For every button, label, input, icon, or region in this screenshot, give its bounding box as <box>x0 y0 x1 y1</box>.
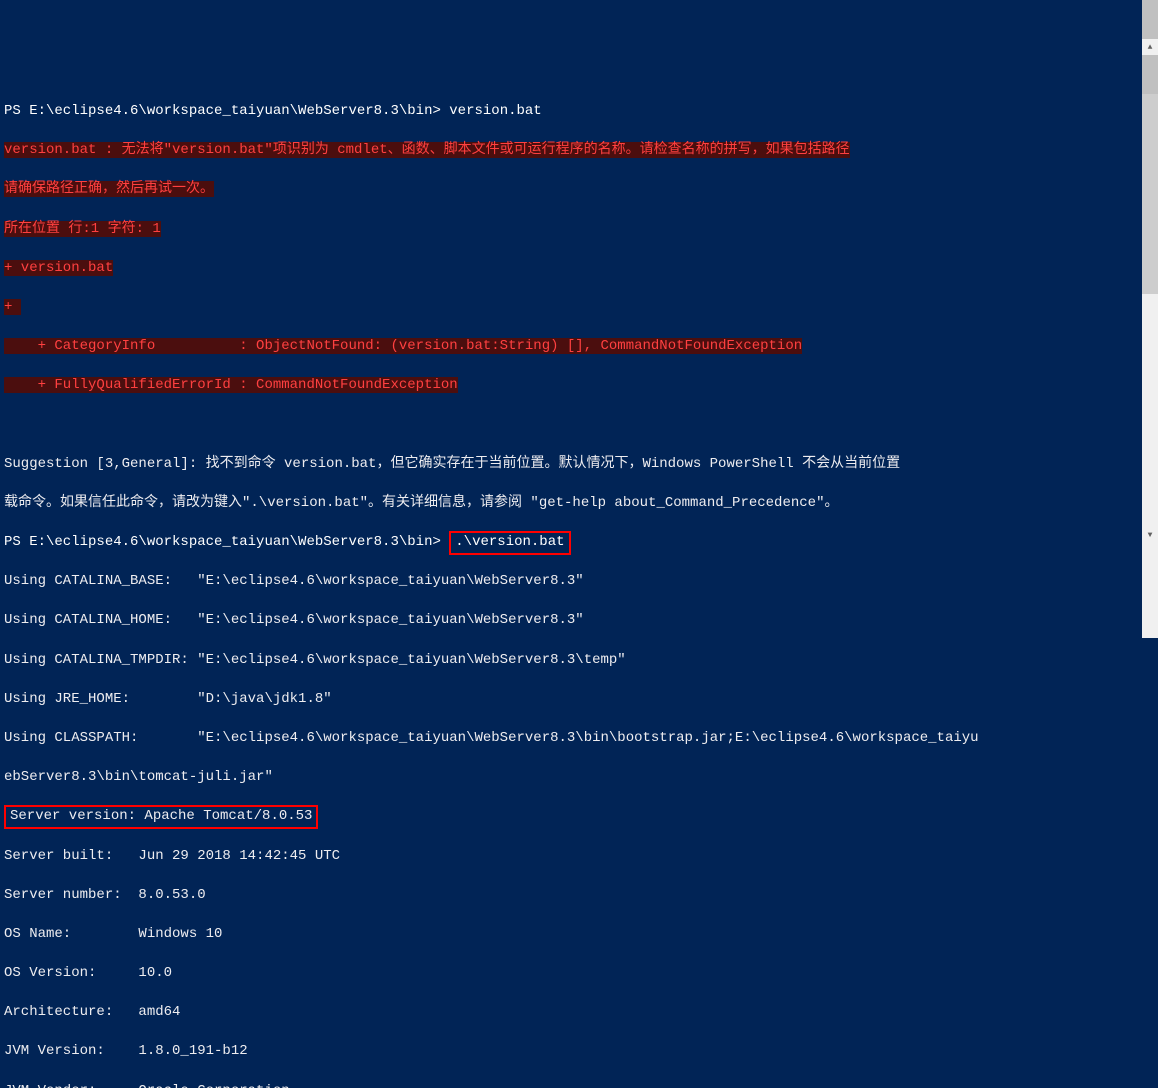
suggestion-line-1: Suggestion [3,General]: 找不到命令 version.ba… <box>4 456 900 472</box>
error-line-2: 请确保路径正确，然后再试一次。 <box>4 181 214 197</box>
scroll-up-button[interactable]: ▲ <box>1142 39 1158 55</box>
error-line-3: 所在位置 行:1 字符: 1 <box>4 221 161 237</box>
classpath-2: ebServer8.3\bin\tomcat-juli.jar" <box>4 769 273 785</box>
prompt-path: PS E:\eclipse4.6\workspace_taiyuan\WebSe… <box>4 103 449 119</box>
terminal-output[interactable]: PS E:\eclipse4.6\workspace_taiyuan\WebSe… <box>4 82 1144 1088</box>
command-2: .\version.bat <box>455 534 564 550</box>
jre-home: Using JRE_HOME: "D:\java\jdk1.8" <box>4 691 332 707</box>
highlight-box-2: Server version: Apache Tomcat/8.0.53 <box>4 805 318 829</box>
scrollbar[interactable]: ▲ ▼ <box>1142 0 1158 544</box>
jvm-vendor: JVM Vendor: Oracle Corporation <box>4 1083 290 1088</box>
error-line-1: version.bat : 无法将"version.bat"项识别为 cmdle… <box>4 142 850 158</box>
suggestion-line-2: 载命令。如果信任此命令，请改为键入".\version.bat"。有关详细信息，… <box>4 495 838 511</box>
server-built: Server built: Jun 29 2018 14:42:45 UTC <box>4 848 340 864</box>
error-line-4: + version.bat <box>4 260 113 276</box>
scroll-down-button[interactable]: ▼ <box>1142 528 1158 544</box>
classpath: Using CLASSPATH: "E:\eclipse4.6\workspac… <box>4 730 979 746</box>
command-1: version.bat <box>449 103 541 119</box>
server-version: Server version: Apache Tomcat/8.0.53 <box>10 808 312 824</box>
jvm-version: JVM Version: 1.8.0_191-b12 <box>4 1043 248 1059</box>
error-line-5: + <box>4 299 21 315</box>
catalina-tmpdir: Using CATALINA_TMPDIR: "E:\eclipse4.6\wo… <box>4 652 626 668</box>
highlight-box-1: .\version.bat <box>449 531 570 555</box>
os-name: OS Name: Windows 10 <box>4 926 222 942</box>
error-qualified: + FullyQualifiedErrorId : CommandNotFoun… <box>4 377 458 393</box>
prompt-path-2: PS E:\eclipse4.6\workspace_taiyuan\WebSe… <box>4 534 449 550</box>
os-version: OS Version: 10.0 <box>4 965 172 981</box>
catalina-base: Using CATALINA_BASE: "E:\eclipse4.6\work… <box>4 573 584 589</box>
scroll-thumb[interactable] <box>1142 94 1158 294</box>
catalina-home: Using CATALINA_HOME: "E:\eclipse4.6\work… <box>4 612 584 628</box>
server-number: Server number: 8.0.53.0 <box>4 887 206 903</box>
scroll-track[interactable] <box>1142 94 1158 638</box>
error-category: + CategoryInfo : ObjectNotFound: (versio… <box>4 338 802 354</box>
architecture: Architecture: amd64 <box>4 1004 180 1020</box>
